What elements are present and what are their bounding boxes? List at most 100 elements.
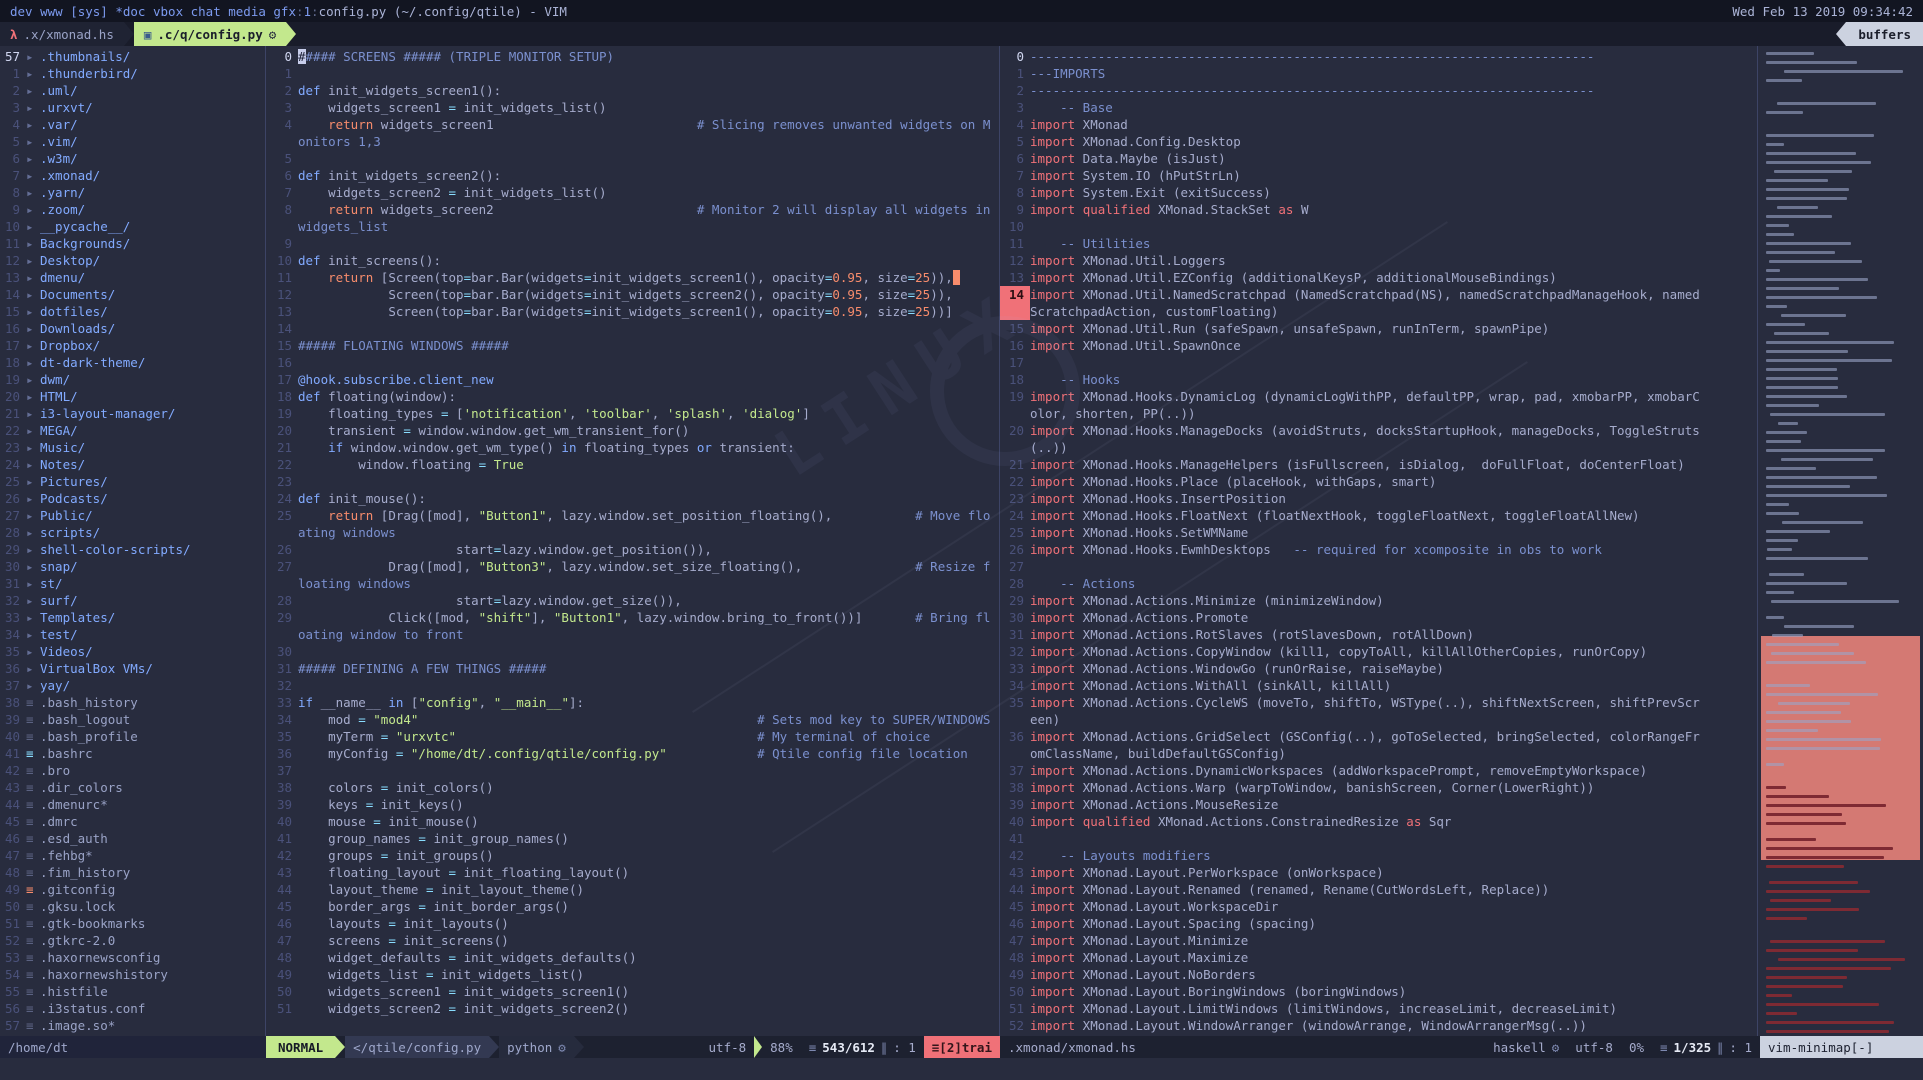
tree-item[interactable]: 48≡.fim_history [0,864,265,881]
tree-item[interactable]: 6▸.w3m/ [0,150,265,167]
code-line[interactable]: 46import XMonad.Layout.Spacing (spacing) [1000,915,1757,932]
tree-item[interactable]: 51≡.gtk-bookmarks [0,915,265,932]
code-line[interactable]: 28 start=lazy.window.get_size()), [266,592,999,609]
code-line[interactable]: 17@hook.subscribe.client_new [266,371,999,388]
minimap-content[interactable] [1758,48,1923,1036]
code-line[interactable]: 18 -- Hooks [1000,371,1757,388]
code-line[interactable]: 43import XMonad.Layout.PerWorkspace (onW… [1000,864,1757,881]
tree-item[interactable]: 8▸.yarn/ [0,184,265,201]
code-line[interactable]: 6def init_widgets_screen2(): [266,167,999,184]
code-line[interactable]: 3 -- Base [1000,99,1757,116]
code-line[interactable]: 26import XMonad.Hooks.EwmhDesktops -- re… [1000,541,1757,558]
code-line[interactable]: 37 [266,762,999,779]
code-line[interactable]: 9import qualified XMonad.StackSet as W [1000,201,1757,218]
code-line[interactable]: 7import System.IO (hPutStrLn) [1000,167,1757,184]
tree-item[interactable]: 13▸dmenu/ [0,269,265,286]
code-line[interactable]: 6import Data.Maybe (isJust) [1000,150,1757,167]
tree-item[interactable]: 14▸Documents/ [0,286,265,303]
code-line[interactable]: 45 border_args = init_border_args() [266,898,999,915]
tree-item[interactable]: 30▸snap/ [0,558,265,575]
code-line[interactable]: 4 return widgets_screen1 # Slicing remov… [266,116,999,150]
code-line[interactable]: 35import XMonad.Actions.CycleWS (moveTo,… [1000,694,1757,728]
code-line[interactable]: 23import XMonad.Hooks.InsertPosition [1000,490,1757,507]
tree-item[interactable]: 16▸Downloads/ [0,320,265,337]
code-line[interactable]: 13import XMonad.Util.EZConfig (additiona… [1000,269,1757,286]
code-line[interactable]: 10def init_screens(): [266,252,999,269]
tree-item[interactable]: 37▸yay/ [0,677,265,694]
code-line[interactable]: 25import XMonad.Hooks.SetWMName [1000,524,1757,541]
code-line[interactable]: 32import XMonad.Actions.CopyWindow (kill… [1000,643,1757,660]
code-line[interactable]: 36import XMonad.Actions.GridSelect (GSCo… [1000,728,1757,762]
code-line[interactable]: 29 Click([mod, "shift"], "Button1", lazy… [266,609,999,643]
code-line[interactable]: 26 start=lazy.window.get_position()), [266,541,999,558]
code-line[interactable]: 19import XMonad.Hooks.DynamicLog (dynami… [1000,388,1757,422]
code-line[interactable]: 41 group_names = init_group_names() [266,830,999,847]
code-line[interactable]: 43 floating_layout = init_floating_layou… [266,864,999,881]
code-line[interactable]: 9 [266,235,999,252]
tree-item[interactable]: 26▸Podcasts/ [0,490,265,507]
tree-item[interactable]: 4▸.var/ [0,116,265,133]
code-line[interactable]: 31import XMonad.Actions.RotSlaves (rotSl… [1000,626,1757,643]
code-line[interactable]: 8import System.Exit (exitSuccess) [1000,184,1757,201]
code-line[interactable]: 34import XMonad.Actions.WithAll (sinkAll… [1000,677,1757,694]
code-line[interactable]: 14import XMonad.Util.NamedScratchpad (Na… [1000,286,1757,320]
tree-item[interactable]: 34▸test/ [0,626,265,643]
code-line[interactable]: 34 mod = "mod4" # Sets mod key to SUPER/… [266,711,999,728]
tree-item[interactable]: 9▸.zoom/ [0,201,265,218]
code-line[interactable]: 24import XMonad.Hooks.FloatNext (floatNe… [1000,507,1757,524]
code-line[interactable]: 4import XMonad [1000,116,1757,133]
tree-item[interactable]: 17▸Dropbox/ [0,337,265,354]
code-line[interactable]: 2---------------------------------------… [1000,82,1757,99]
code-line[interactable]: 27 [1000,558,1757,575]
code-line[interactable]: 25 return [Drag([mod], "Button1", lazy.w… [266,507,999,541]
code-line[interactable]: 16import XMonad.Util.SpawnOnce [1000,337,1757,354]
code-line[interactable]: 30import XMonad.Actions.Promote [1000,609,1757,626]
code-line[interactable]: 47 screens = init_screens() [266,932,999,949]
code-line[interactable]: 40 mouse = init_mouse() [266,813,999,830]
code-line[interactable]: 1---IMPORTS [1000,65,1757,82]
code-line[interactable]: 22import XMonad.Hooks.Place (placeHook, … [1000,473,1757,490]
code-line[interactable]: 7 widgets_screen2 = init_widgets_list() [266,184,999,201]
code-line[interactable]: 32 [266,677,999,694]
code-line[interactable]: 48import XMonad.Layout.Maximize [1000,949,1757,966]
code-line[interactable]: 47import XMonad.Layout.Minimize [1000,932,1757,949]
tree-item[interactable]: 32▸surf/ [0,592,265,609]
code-line[interactable]: 21 if window.window.get_wm_type() in flo… [266,439,999,456]
code-line[interactable]: 24def init_mouse(): [266,490,999,507]
code-line[interactable]: 33import XMonad.Actions.WindowGo (runOrR… [1000,660,1757,677]
code-line[interactable]: 10 [1000,218,1757,235]
code-line[interactable]: 16 [266,354,999,371]
tree-item[interactable]: 40≡.bash_profile [0,728,265,745]
tab-config-py[interactable]: ▣ .c/q/config.py ⚙ [134,22,286,46]
tree-item[interactable]: 36▸VirtualBox VMs/ [0,660,265,677]
code-line[interactable]: 42 -- Layouts modifiers [1000,847,1757,864]
code-line[interactable]: 45import XMonad.Layout.WorkspaceDir [1000,898,1757,915]
nerdtree-file-explorer[interactable]: 57▸.thumbnails/1▸.thunderbird/2▸.uml/3▸.… [0,46,266,1036]
tree-item[interactable]: 15▸dotfiles/ [0,303,265,320]
code-line[interactable]: 50 widgets_screen1 = init_widgets_screen… [266,983,999,1000]
tree-item[interactable]: 22▸MEGA/ [0,422,265,439]
code-line[interactable]: 28 -- Actions [1000,575,1757,592]
code-line[interactable]: 36 myConfig = "/home/dt/.config/qtile/co… [266,745,999,762]
tree-item[interactable]: 55≡.histfile [0,983,265,1000]
code-line[interactable]: 15##### FLOATING WINDOWS ##### [266,337,999,354]
tree-item[interactable]: 7▸.xmonad/ [0,167,265,184]
code-line[interactable]: 30 [266,643,999,660]
tree-item[interactable]: 2▸.uml/ [0,82,265,99]
editor-config-py[interactable]: 0##### SCREENS ##### (TRIPLE MONITOR SET… [266,46,1000,1036]
vim-minimap[interactable]: ~~~~~~~~~ [1758,46,1923,1036]
code-line[interactable]: 12 Screen(top=bar.Bar(widgets=init_widge… [266,286,999,303]
code-line[interactable]: 0##### SCREENS ##### (TRIPLE MONITOR SET… [266,48,999,65]
code-line[interactable]: 14 [266,320,999,337]
code-line[interactable]: 31##### DEFINING A FEW THINGS ##### [266,660,999,677]
tree-item[interactable]: 1▸.thunderbird/ [0,65,265,82]
code-line[interactable]: 1 [266,65,999,82]
code-line[interactable]: 22 window.floating = True [266,456,999,473]
code-line[interactable]: 35 myTerm = "urxvtc" # My terminal of ch… [266,728,999,745]
code-line[interactable]: 50import XMonad.Layout.BoringWindows (bo… [1000,983,1757,1000]
code-line[interactable]: 15import XMonad.Util.Run (safeSpawn, uns… [1000,320,1757,337]
code-line[interactable]: 2def init_widgets_screen1(): [266,82,999,99]
tree-item[interactable]: 24▸Notes/ [0,456,265,473]
code-line[interactable]: 3 widgets_screen1 = init_widgets_list() [266,99,999,116]
code-line[interactable]: 40import qualified XMonad.Actions.Constr… [1000,813,1757,830]
